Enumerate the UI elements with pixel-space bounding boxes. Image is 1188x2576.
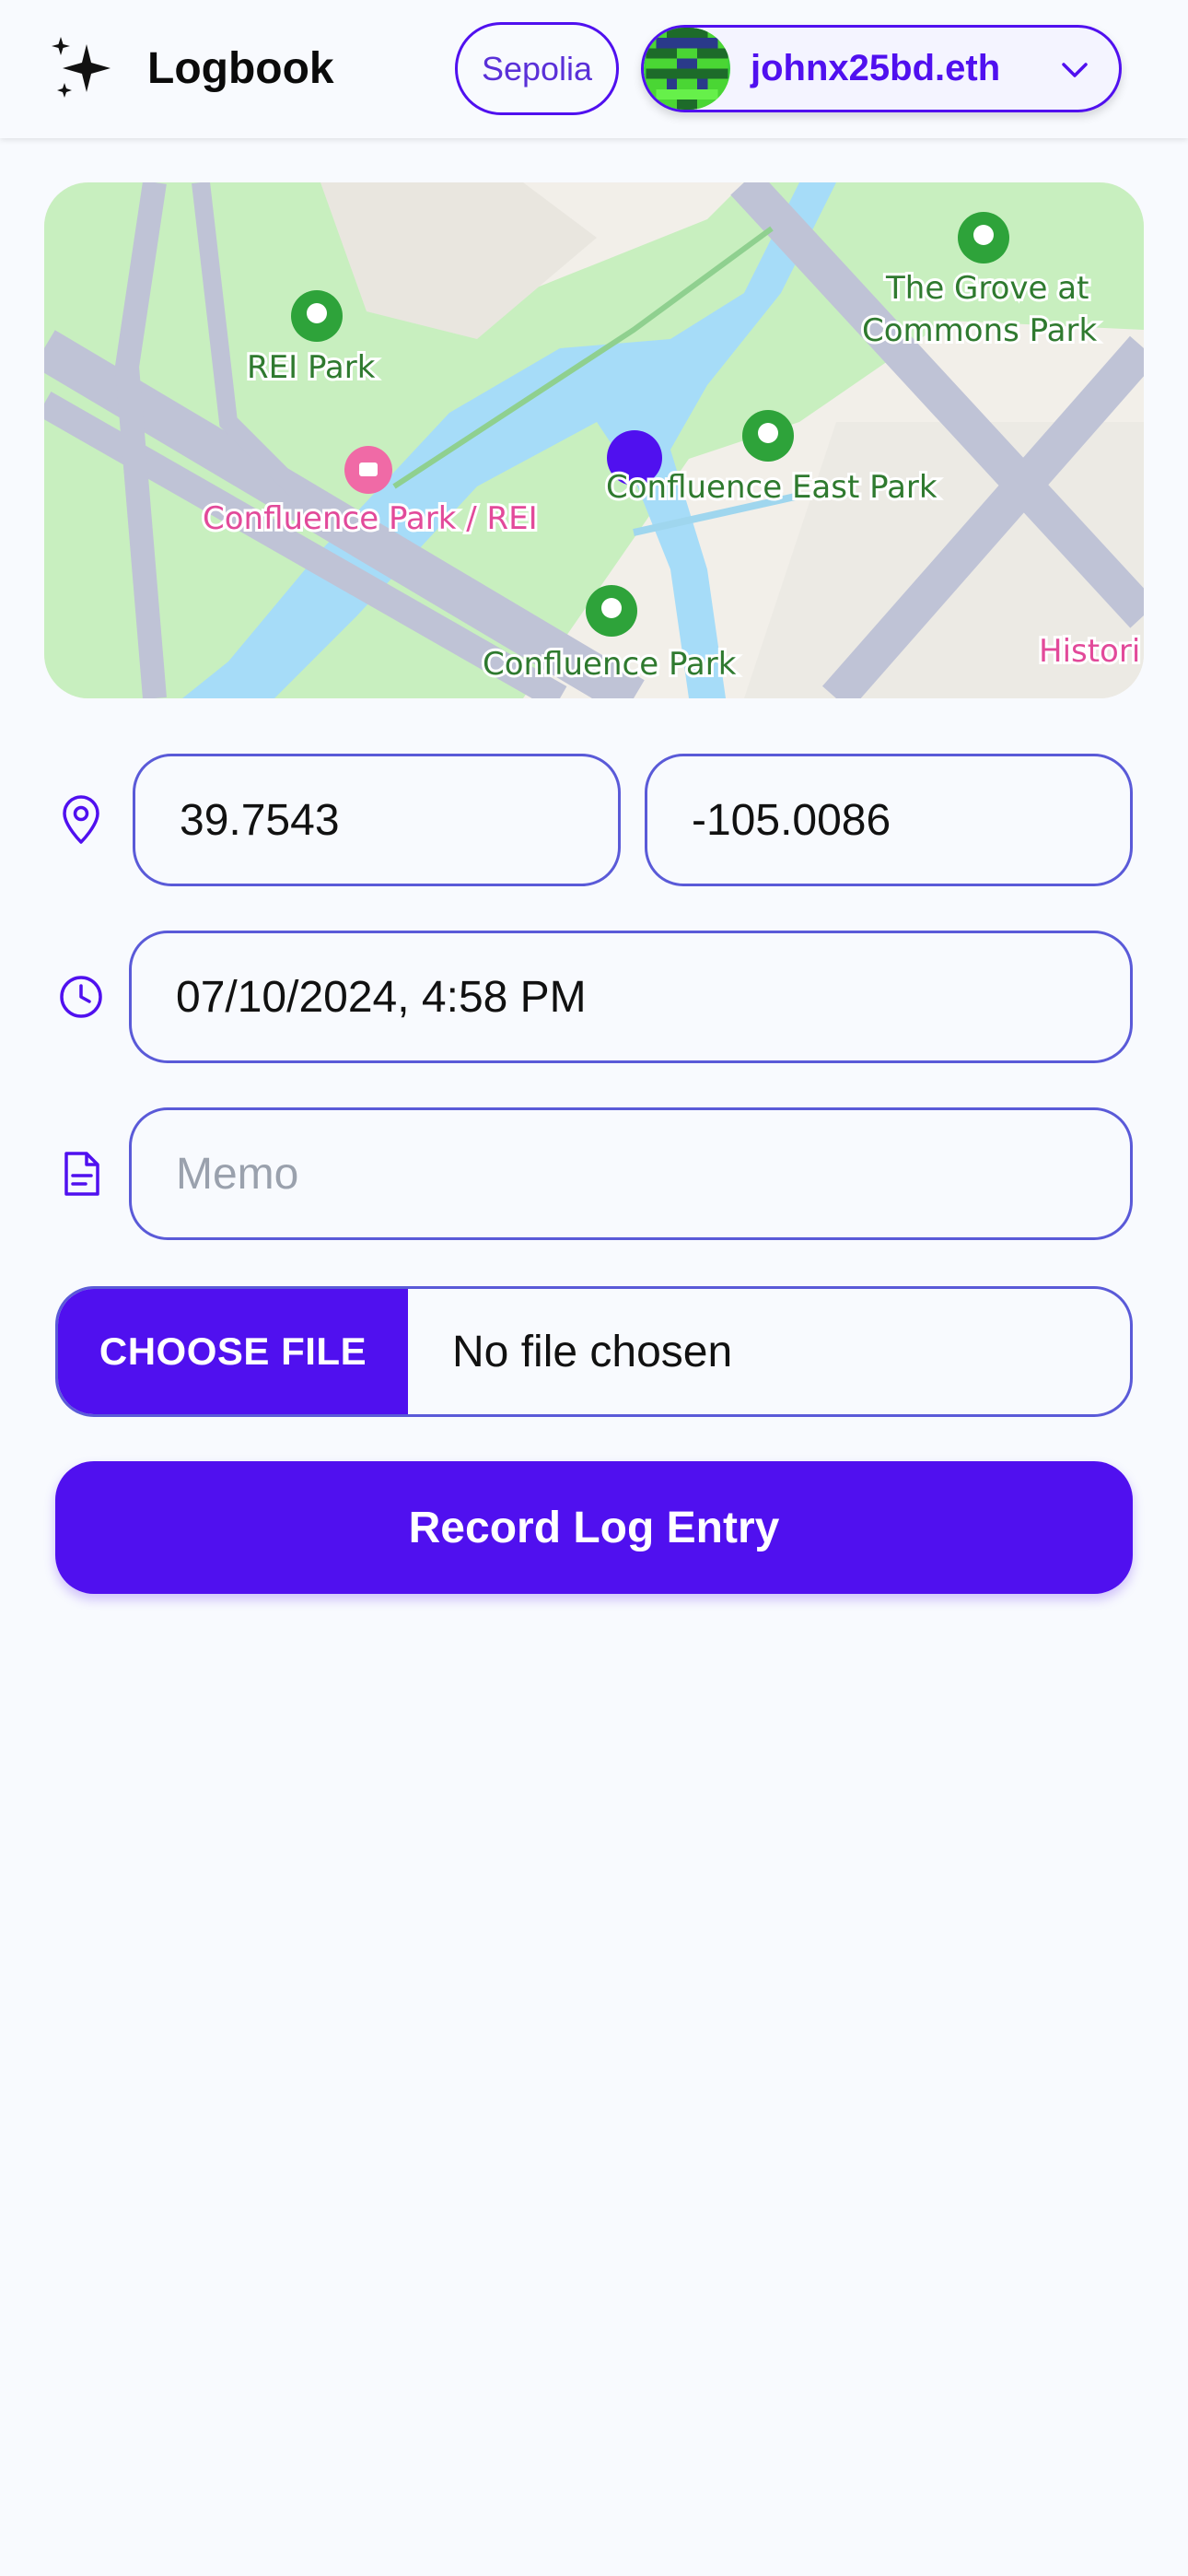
longitude-input[interactable]: -105.0086 [645, 754, 1133, 886]
chevron-down-icon [1062, 63, 1088, 77]
app-header: Logbook Sepolia johnx25bd.eth [0, 0, 1188, 138]
record-log-entry-button[interactable]: Record Log Entry [55, 1461, 1133, 1594]
app-title: Logbook [147, 43, 334, 93]
avatar [644, 28, 730, 110]
map-label-grove-line2: Commons Park [862, 312, 1097, 349]
map-label-confluence-east-park: Confluence East Park [606, 469, 938, 506]
file-input[interactable]: CHOOSE FILE No file chosen [55, 1286, 1133, 1417]
map-label-rei-park: REI Park [247, 349, 376, 386]
sparkles-icon [52, 37, 111, 98]
memo-input[interactable]: Memo [129, 1107, 1133, 1240]
choose-file-button[interactable]: CHOOSE FILE [58, 1289, 408, 1414]
map-label-historic: Histori [1039, 633, 1140, 670]
map-label-confluence-park: Confluence Park [483, 646, 737, 683]
brand[interactable]: Logbook [46, 33, 334, 103]
map-pin-icon [63, 795, 99, 844]
file-status: No file chosen [452, 1327, 733, 1376]
location-map[interactable]: REI Park Confluence East Park Confluence… [44, 182, 1144, 698]
latitude-input[interactable]: 39.7543 [133, 754, 621, 886]
account-button[interactable]: johnx25bd.eth [641, 25, 1122, 112]
account-name: johnx25bd.eth [751, 48, 1001, 88]
datetime-input[interactable]: 07/10/2024, 4:58 PM [129, 931, 1133, 1063]
document-icon [64, 1152, 99, 1196]
map-label-confluence-park-rei: Confluence Park / REI [203, 500, 538, 537]
clock-icon [60, 976, 102, 1018]
map-label-grove-line1: The Grove at [885, 270, 1089, 307]
network-selector[interactable]: Sepolia [455, 22, 619, 115]
